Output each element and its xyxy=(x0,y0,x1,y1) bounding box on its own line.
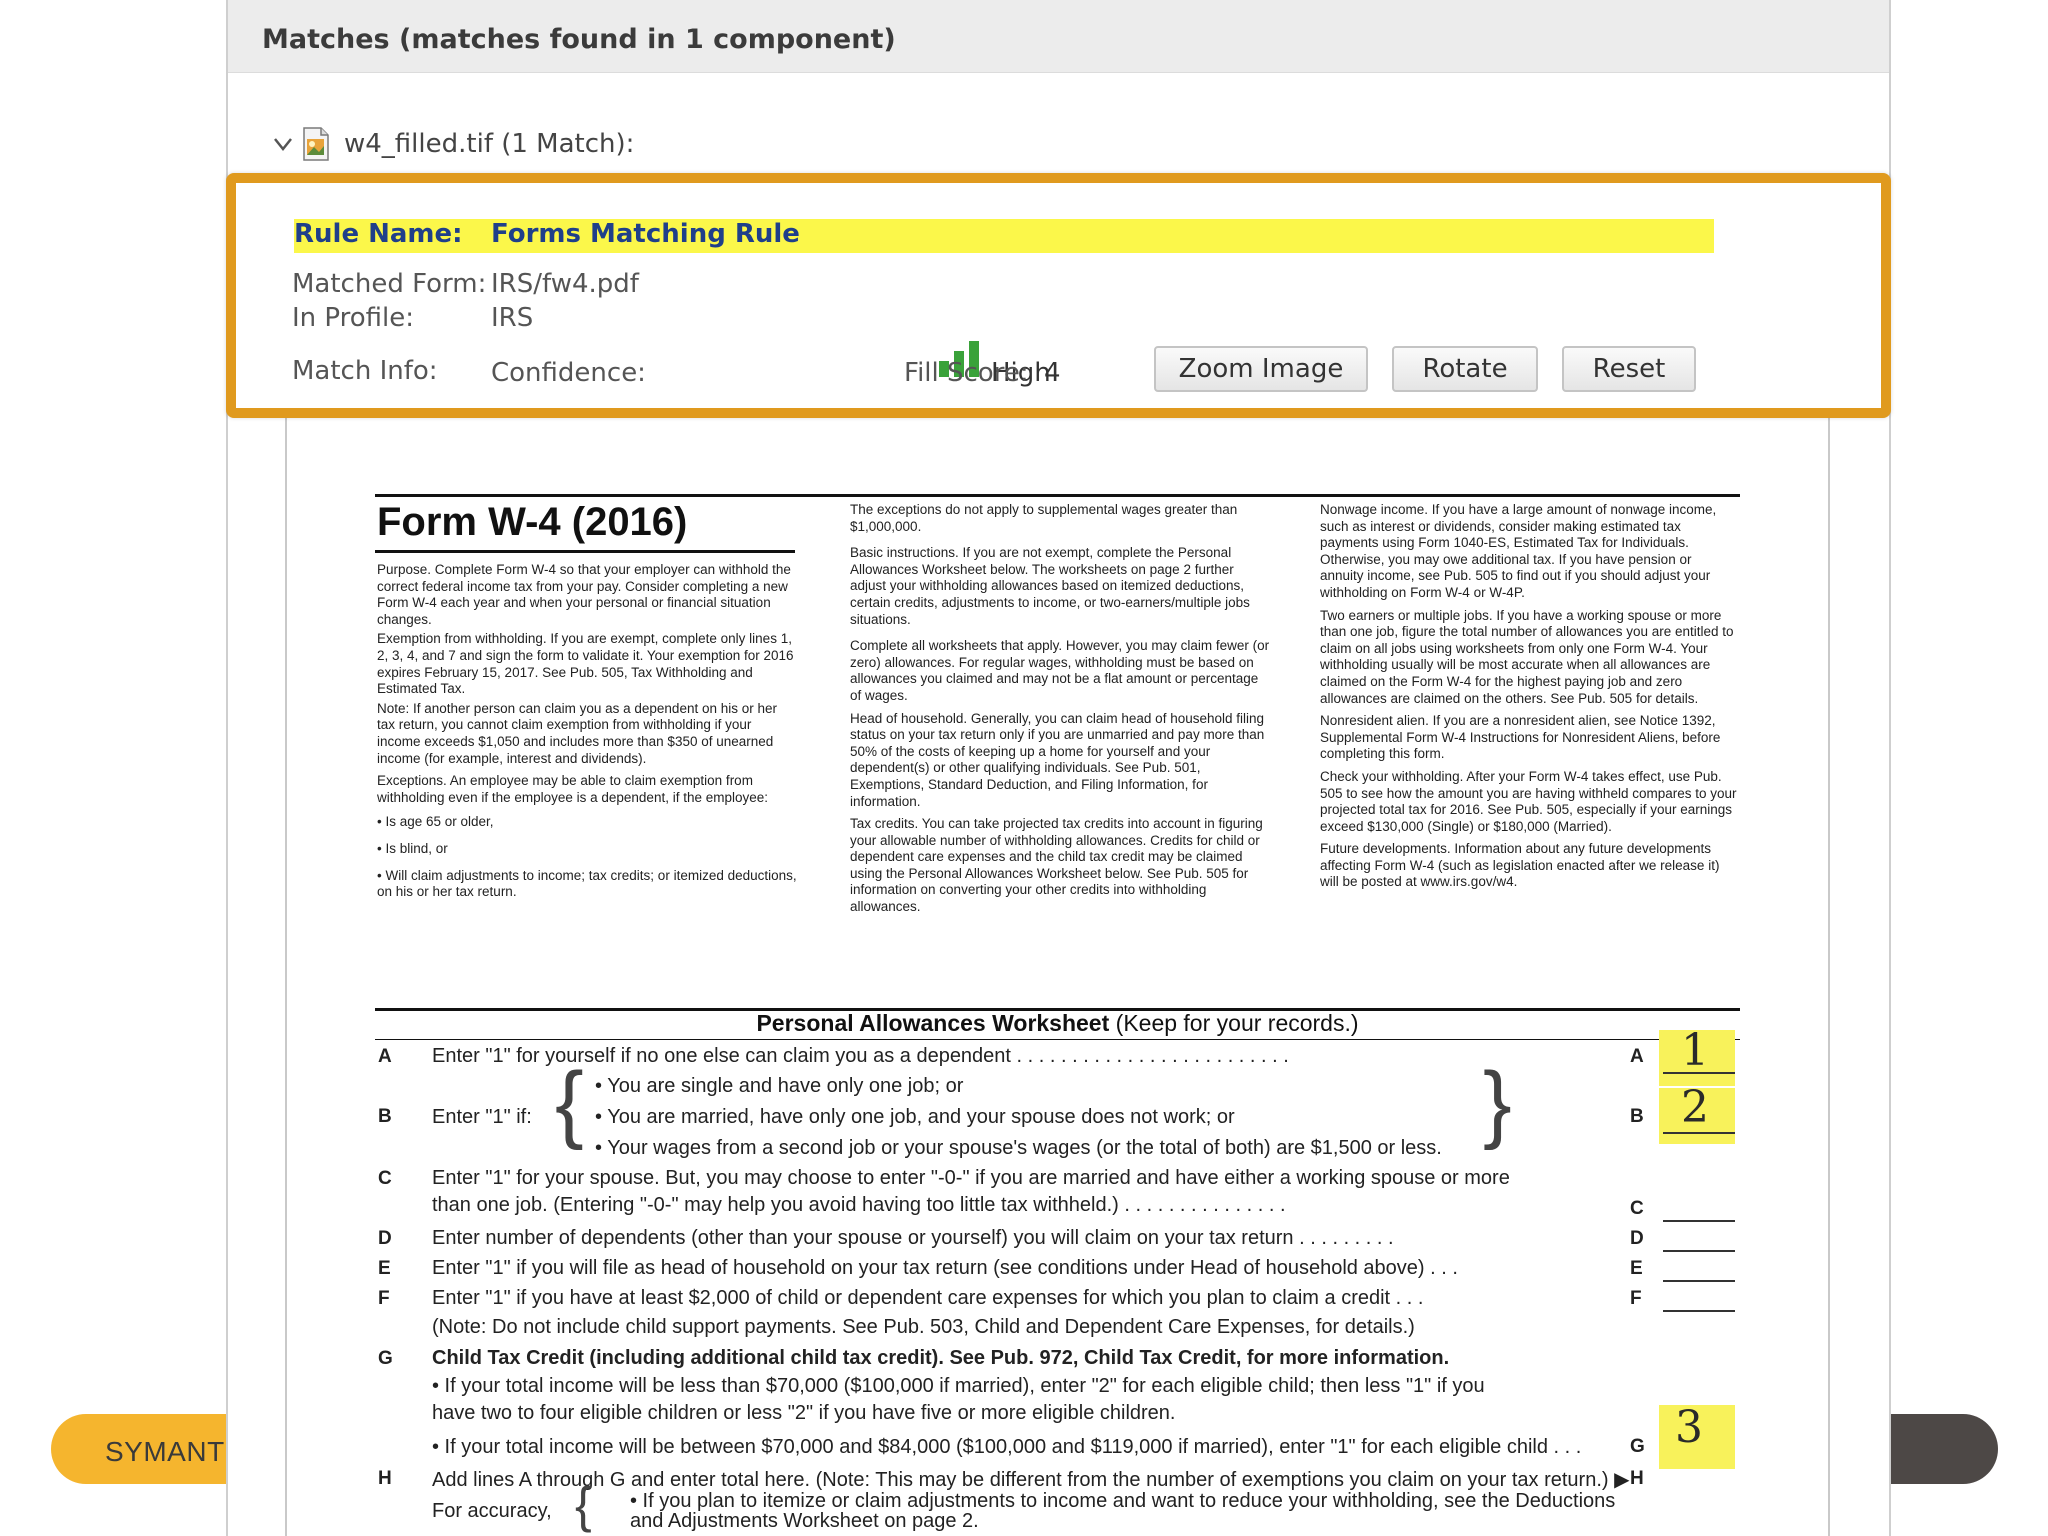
row-g-text-1: Child Tax Credit (including additional c… xyxy=(432,1347,1450,1369)
answer-g-handwritten: 3 xyxy=(1675,1402,1703,1453)
col3-p2: Two earners or multiple jobs. If you hav… xyxy=(1320,607,1734,706)
bullet-adjustments: • Will claim adjustments to income; tax … xyxy=(377,867,797,900)
row-e-text: Enter "1" if you will file as head of ho… xyxy=(432,1257,1458,1279)
right-letter-a: A xyxy=(1630,1046,1644,1067)
right-letter-e: E xyxy=(1630,1258,1643,1279)
row-d-text: Enter number of dependents (other than y… xyxy=(432,1227,1394,1249)
chevron-down-icon[interactable] xyxy=(272,130,302,158)
right-letter-f: F xyxy=(1630,1288,1642,1309)
row-i-text-2: and Adjustments Worksheet on page 2. xyxy=(630,1510,979,1532)
answer-b-handwritten: 2 xyxy=(1681,1082,1709,1133)
match-details-box: Rule Name: Forms Matching Rule Matched F… xyxy=(226,173,1891,418)
row-b-right-brace: } xyxy=(1483,1055,1512,1151)
form-title: Form W-4 (2016) xyxy=(377,500,688,544)
right-letter-d: D xyxy=(1630,1228,1644,1249)
col3-p1: Nonwage income. If you have a large amou… xyxy=(1320,502,1717,600)
answer-a-handwritten: 1 xyxy=(1681,1025,1709,1076)
row-letter-b: B xyxy=(378,1106,392,1127)
file-tree-item[interactable]: w4_filled.tif (1 Match): xyxy=(272,124,634,164)
matched-form-label: Matched Form: xyxy=(292,269,487,299)
col3-p4: Check your withholding. After your Form … xyxy=(1320,768,1737,834)
row-g-text-3: have two to four eligible children or le… xyxy=(432,1402,1176,1424)
footer-brand-label: SYMANTI xyxy=(105,1436,233,1467)
col2-p3: Complete all worksheets that apply. Howe… xyxy=(850,638,1270,703)
row-letter-f: F xyxy=(378,1288,390,1309)
row-g-text-2: • If your total income will be less than… xyxy=(432,1375,1485,1397)
row-h-text: Add lines A through G and enter total he… xyxy=(432,1469,1630,1491)
image-file-icon xyxy=(302,127,330,161)
answer-f-line xyxy=(1663,1310,1735,1312)
row-g-text-4: • If your total income will be between $… xyxy=(432,1436,1582,1458)
form-title-rule xyxy=(375,550,795,553)
row-f-text-1: Enter "1" if you have at least $2,000 of… xyxy=(432,1287,1424,1309)
purpose-text: Purpose. Complete Form W-4 so that your … xyxy=(377,562,791,627)
panel-header: Matches (matches found in 1 component) xyxy=(228,0,1889,73)
row-letter-c: C xyxy=(378,1168,392,1189)
worksheet-title-suffix: (Keep for your records.) xyxy=(1115,1010,1359,1036)
confidence-label: Confidence: xyxy=(491,358,646,388)
col2-p5: Tax credits. You can take projected tax … xyxy=(850,816,1263,915)
row-b-option-3: • Your wages from a second job or your s… xyxy=(595,1137,1442,1159)
bullet-age: • Is age 65 or older, xyxy=(377,814,494,830)
worksheet-title-rule xyxy=(375,1039,1740,1040)
fill-score-value: 4 xyxy=(1044,358,1061,388)
row-b-option-2: • You are married, have only one job, an… xyxy=(595,1106,1235,1128)
form-column-1: Purpose. Complete Form W-4 so that your … xyxy=(377,562,797,901)
right-letter-g: G xyxy=(1630,1436,1645,1457)
profile-label: In Profile: xyxy=(292,303,415,333)
row-letter-e: E xyxy=(378,1258,391,1279)
zoom-image-button[interactable]: Zoom Image xyxy=(1154,346,1368,392)
reset-button[interactable]: Reset xyxy=(1562,346,1696,392)
row-b-option-1: • You are single and have only one job; … xyxy=(595,1075,964,1097)
file-name-label: w4_filled.tif (1 Match): xyxy=(344,129,635,159)
row-c-text-1: Enter "1" for your spouse. But, you may … xyxy=(432,1167,1510,1189)
row-letter-a: A xyxy=(378,1046,392,1067)
fill-score-label: Fill Score: xyxy=(904,358,1029,388)
row-b-left-brace: { xyxy=(555,1055,584,1151)
exemption-text: Exemption from withholding. If you are e… xyxy=(377,631,794,697)
matched-form-value: IRS/fw4.pdf xyxy=(491,269,639,299)
row-letter-g: G xyxy=(378,1348,393,1369)
rule-name-label: Rule Name: xyxy=(294,219,463,249)
profile-value: IRS xyxy=(491,303,534,333)
row-c-text-2: than one job. (Entering "-0-" may help y… xyxy=(432,1194,1286,1216)
right-letter-h: H xyxy=(1630,1468,1644,1489)
exceptions-text: Exceptions. An employee may be able to c… xyxy=(377,773,769,805)
match-info-label: Match Info: xyxy=(292,356,438,386)
rule-name-value: Forms Matching Rule xyxy=(491,219,800,249)
row-letter-d: D xyxy=(378,1228,392,1249)
note-text: Note: If another person can claim you as… xyxy=(377,700,777,766)
answer-a-line xyxy=(1663,1072,1735,1074)
col3-p5: Future developments. Information about a… xyxy=(1320,841,1720,890)
row-f-text-2: (Note: Do not include child support paym… xyxy=(432,1316,1415,1338)
form-column-2: The exceptions do not apply to supplemen… xyxy=(850,502,1270,916)
row-i-brace: { xyxy=(575,1477,592,1533)
row-b-lead: Enter "1" if: xyxy=(432,1106,532,1128)
answer-b-line xyxy=(1663,1132,1735,1134)
panel-title: Matches (matches found in 1 component) xyxy=(262,24,896,55)
answer-d-line xyxy=(1663,1250,1735,1252)
worksheet-title: Personal Allowances Worksheet (Keep for … xyxy=(375,1010,1740,1037)
form-column-3: Nonwage income. If you have a large amou… xyxy=(1320,502,1738,891)
form-top-rule xyxy=(375,494,1740,497)
answer-c-line xyxy=(1663,1220,1735,1222)
rotate-button[interactable]: Rotate xyxy=(1392,346,1538,392)
col2-p2: Basic instructions. If you are not exemp… xyxy=(850,545,1250,627)
answer-e-line xyxy=(1663,1280,1735,1282)
col2-p4: Head of household. Generally, you can cl… xyxy=(850,710,1265,809)
bullet-blind: • Is blind, or xyxy=(377,840,448,856)
worksheet-title-text: Personal Allowances Worksheet xyxy=(756,1010,1110,1036)
right-letter-b: B xyxy=(1630,1106,1644,1127)
right-letter-c: C xyxy=(1630,1198,1644,1219)
row-i-lead: For accuracy, xyxy=(432,1500,552,1522)
col3-p3: Nonresident alien. If you are a nonresid… xyxy=(1320,713,1721,762)
col2-p1: The exceptions do not apply to supplemen… xyxy=(850,502,1238,534)
row-letter-h: H xyxy=(378,1468,392,1489)
